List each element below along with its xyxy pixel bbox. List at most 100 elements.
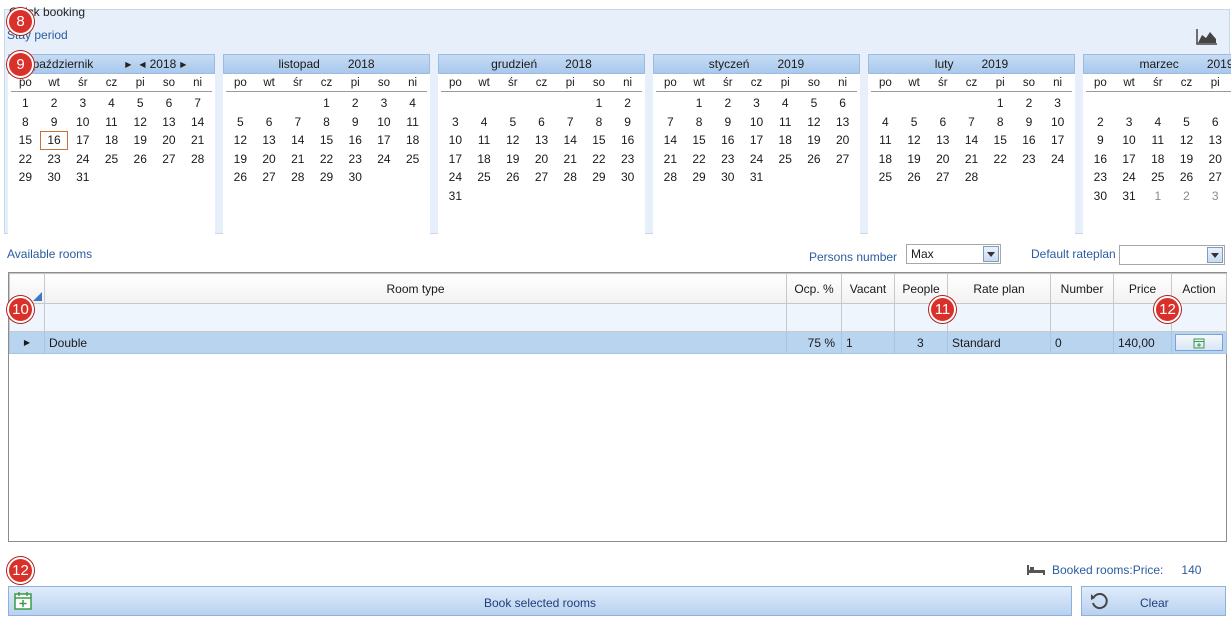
calendar-year[interactable]: 2018 <box>565 57 592 71</box>
persons-number-select[interactable]: Max <box>906 244 1001 264</box>
calendar-day[interactable]: 1 <box>986 94 1015 113</box>
calendar-day[interactable]: 3 <box>68 94 97 113</box>
calendar-day[interactable]: 28 <box>556 168 585 187</box>
calendar-day[interactable]: 7 <box>283 113 312 132</box>
next-month-icon[interactable]: ▶ <box>125 60 131 69</box>
calendar-day[interactable]: 23 <box>1086 168 1115 187</box>
calendar-day[interactable]: 2 <box>1015 94 1044 113</box>
calendar-day[interactable]: 9 <box>40 113 69 132</box>
calendar-day[interactable]: 6 <box>255 113 284 132</box>
calendar-day[interactable]: 2 <box>613 94 642 113</box>
calendar-day[interactable]: 6 <box>928 113 957 132</box>
calendar-header[interactable]: luty 2019 <box>868 54 1075 74</box>
calendar-day[interactable]: 21 <box>183 131 212 150</box>
calendar-day[interactable]: 2 <box>341 94 370 113</box>
calendar-day[interactable]: 10 <box>742 113 771 132</box>
calendar-day[interactable]: 4 <box>771 94 800 113</box>
calendar-year[interactable]: 2018 <box>150 57 177 71</box>
calendar-day[interactable]: 2 <box>40 94 69 113</box>
calendar-day[interactable]: 4 <box>1143 113 1172 132</box>
default-rateplan-select[interactable] <box>1119 245 1225 265</box>
calendar-day[interactable]: 20 <box>527 150 556 169</box>
calendar-day[interactable]: 18 <box>871 150 900 169</box>
table-row[interactable]: ▶ Double 75 % 1 3 Standard 0 140,00 <box>9 331 1227 354</box>
calendar-day[interactable]: 9 <box>341 113 370 132</box>
row-selector-icon[interactable]: ▶ <box>9 331 45 354</box>
filter-cell[interactable] <box>1050 303 1114 332</box>
calendar-day[interactable]: 19 <box>498 150 527 169</box>
calendar-day[interactable]: 25 <box>398 150 427 169</box>
calendar-day[interactable]: 5 <box>900 113 929 132</box>
calendar-day[interactable]: 28 <box>656 168 685 187</box>
calendar-day[interactable]: 25 <box>1143 168 1172 187</box>
calendar-day[interactable]: 10 <box>370 113 399 132</box>
calendar-day[interactable]: 6 <box>828 94 857 113</box>
calendar-day[interactable]: 25 <box>97 150 126 169</box>
area-chart-icon[interactable] <box>1196 27 1218 45</box>
calendar-day[interactable]: 8 <box>685 113 714 132</box>
calendar-day[interactable]: 8 <box>986 113 1015 132</box>
calendar-day[interactable]: 27 <box>928 168 957 187</box>
calendar-day[interactable]: 15 <box>312 131 341 150</box>
calendar-day[interactable]: 1 <box>312 94 341 113</box>
calendar-day[interactable]: 4 <box>871 113 900 132</box>
calendar-day[interactable]: 25 <box>871 168 900 187</box>
calendar-day[interactable]: 8 <box>11 113 40 132</box>
calendar-day[interactable]: 13 <box>255 131 284 150</box>
calendar-day[interactable]: 20 <box>828 131 857 150</box>
calendar-day[interactable]: 27 <box>828 150 857 169</box>
chevron-down-icon[interactable] <box>1207 247 1223 263</box>
calendar-day[interactable]: 28 <box>183 150 212 169</box>
calendar-day[interactable]: 13 <box>1201 131 1230 150</box>
calendar-day[interactable]: 7 <box>556 113 585 132</box>
calendar-day[interactable]: 9 <box>1015 113 1044 132</box>
calendar-day[interactable]: 20 <box>928 150 957 169</box>
add-booking-button[interactable] <box>1175 334 1223 351</box>
cell-room-type[interactable]: Double <box>44 331 787 354</box>
calendar-day[interactable]: 6 <box>527 113 556 132</box>
calendar-day[interactable]: 18 <box>398 131 427 150</box>
calendar-day-today[interactable]: 16 <box>39 131 69 150</box>
calendar-day[interactable]: 4 <box>97 94 126 113</box>
calendar-day[interactable]: 21 <box>283 150 312 169</box>
calendar-day[interactable]: 27 <box>155 150 184 169</box>
calendar-day[interactable]: 16 <box>341 131 370 150</box>
column-header-rate-plan[interactable]: Rate plan <box>947 273 1051 304</box>
calendar-day[interactable]: 22 <box>986 150 1015 169</box>
calendar-month-name[interactable]: listopad <box>278 57 319 71</box>
calendar-day[interactable]: 8 <box>312 113 341 132</box>
calendar-day[interactable]: 3 <box>370 94 399 113</box>
calendar-header[interactable]: listopad 2018 <box>223 54 430 74</box>
filter-cell[interactable] <box>841 303 895 332</box>
calendar-day[interactable]: 1 <box>11 94 40 113</box>
calendar-day[interactable]: 3 <box>1115 113 1144 132</box>
calendar-day[interactable]: 20 <box>255 150 284 169</box>
calendar-day[interactable]: 26 <box>126 150 155 169</box>
calendar-day[interactable]: 29 <box>312 168 341 187</box>
calendar-day[interactable]: 13 <box>527 131 556 150</box>
calendar-day[interactable]: 19 <box>900 150 929 169</box>
calendar-day[interactable]: 29 <box>11 168 40 187</box>
calendar-day[interactable]: 19 <box>226 150 255 169</box>
calendar-header[interactable]: październik ▶ ◀ 2018 ▶ <box>8 54 215 74</box>
calendar-day[interactable]: 17 <box>1115 150 1144 169</box>
calendar-day[interactable]: 9 <box>613 113 642 132</box>
calendar-day[interactable]: 29 <box>585 168 614 187</box>
calendar-day[interactable]: 10 <box>1043 113 1072 132</box>
calendar-day[interactable]: 11 <box>97 113 126 132</box>
calendar-day[interactable]: 24 <box>68 150 97 169</box>
calendar-day[interactable]: 21 <box>957 150 986 169</box>
calendar-day[interactable]: 11 <box>871 131 900 150</box>
calendar-day[interactable]: 9 <box>713 113 742 132</box>
calendar-day[interactable]: 6 <box>1201 113 1230 132</box>
calendar-year[interactable]: 2019 <box>981 57 1008 71</box>
calendar-month-name[interactable]: grudzień <box>491 57 537 71</box>
calendar-day[interactable]: 11 <box>398 113 427 132</box>
calendar-day[interactable]: 24 <box>742 150 771 169</box>
chevron-down-icon[interactable] <box>983 246 999 262</box>
calendar-month-name[interactable]: październik <box>33 57 94 71</box>
calendar-day[interactable]: 7 <box>656 113 685 132</box>
calendar-day[interactable]: 21 <box>556 150 585 169</box>
cell-number[interactable]: 0 <box>1050 331 1114 354</box>
calendar-day[interactable]: 26 <box>900 168 929 187</box>
